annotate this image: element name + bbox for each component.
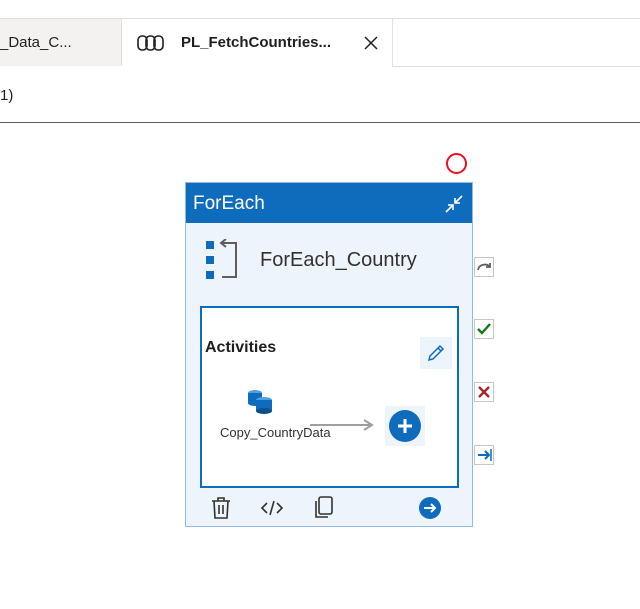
plus-icon bbox=[389, 410, 421, 442]
add-activity-button[interactable] bbox=[385, 406, 425, 446]
failure-icon bbox=[478, 386, 490, 398]
navigate-icon[interactable] bbox=[417, 495, 443, 521]
skip-output-handle[interactable] bbox=[474, 257, 494, 277]
tab-label: _Data_C... bbox=[0, 34, 72, 51]
delete-icon[interactable] bbox=[208, 495, 234, 521]
foreach-icon bbox=[206, 239, 237, 279]
copy-data-icon[interactable] bbox=[245, 387, 275, 417]
completion-icon bbox=[478, 449, 492, 461]
activities-container[interactable]: Activities Copy_CountryData bbox=[200, 306, 459, 488]
activity-header: ForEach bbox=[186, 183, 472, 223]
foreach-activity-node[interactable]: ForEach ForEach_Country Activities Copy_… bbox=[185, 182, 473, 527]
tab-bar: _Data_C... PL_FetchCountries... bbox=[0, 0, 640, 67]
skip-icon bbox=[477, 263, 491, 271]
tab-pl-fetch-countries[interactable]: PL_FetchCountries... bbox=[122, 19, 393, 67]
clone-icon[interactable] bbox=[311, 494, 337, 520]
error-indicator-icon[interactable] bbox=[446, 153, 467, 174]
completion-output-handle[interactable] bbox=[474, 445, 494, 465]
connector-arrow bbox=[310, 419, 374, 431]
divider bbox=[393, 66, 640, 67]
success-icon bbox=[477, 323, 491, 335]
activity-type-label: ForEach bbox=[193, 193, 265, 214]
collapse-icon[interactable] bbox=[441, 191, 467, 217]
breadcrumb-fragment: 1) bbox=[0, 87, 14, 104]
failure-output-handle[interactable] bbox=[474, 382, 494, 402]
copy-activity-label: Copy_CountryData bbox=[220, 425, 331, 440]
divider bbox=[0, 122, 640, 123]
activities-label: Activities bbox=[205, 339, 277, 356]
close-icon[interactable] bbox=[360, 32, 382, 54]
tab-data-copy[interactable]: _Data_C... bbox=[0, 19, 122, 66]
activity-name: ForEach_Country bbox=[260, 249, 417, 271]
pipeline-icon bbox=[137, 35, 164, 51]
pencil-icon bbox=[427, 344, 445, 362]
success-output-handle[interactable] bbox=[474, 319, 494, 339]
code-icon[interactable] bbox=[259, 495, 285, 521]
tab-label: PL_FetchCountries... bbox=[181, 34, 332, 51]
edit-activities-button[interactable] bbox=[420, 337, 452, 369]
